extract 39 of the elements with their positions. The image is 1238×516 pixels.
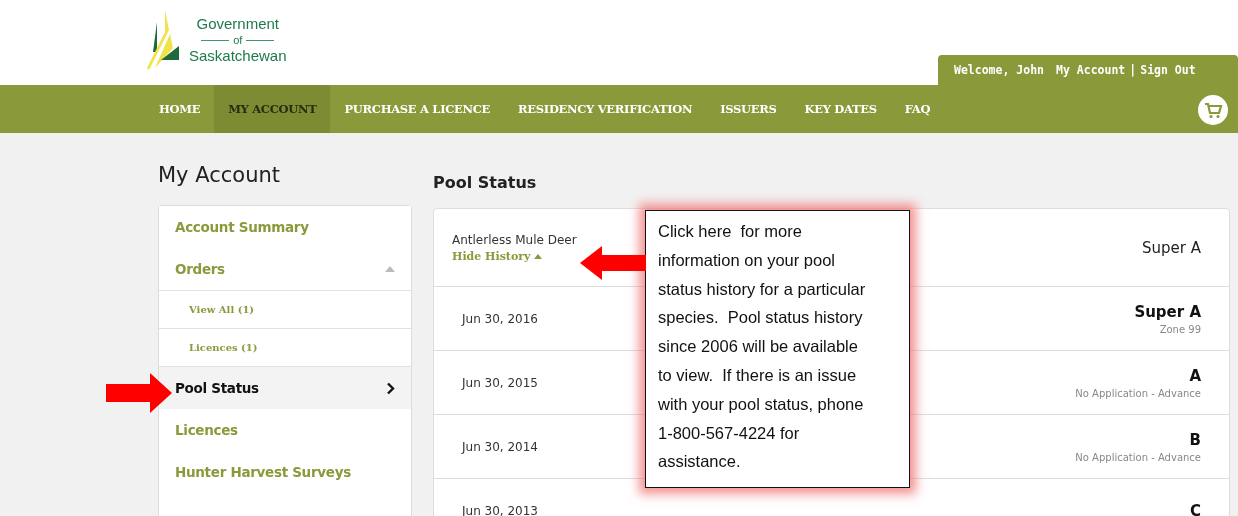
sidebar-title: My Account bbox=[158, 163, 281, 187]
nav-item[interactable]: HOME bbox=[145, 85, 215, 133]
logo-text: Government bbox=[196, 16, 280, 32]
welcome-text: Welcome, John bbox=[954, 63, 1044, 77]
history-date: Jun 30, 2014 bbox=[462, 439, 538, 454]
history-note: Zone 99 bbox=[1159, 323, 1201, 335]
nav-item[interactable]: MY ACCOUNT bbox=[214, 85, 331, 133]
history-status: B bbox=[1189, 430, 1201, 449]
species-name: Antlerless Mule Deer bbox=[452, 232, 577, 247]
nav-item[interactable]: RESIDENCY VERIFICATION bbox=[504, 85, 707, 133]
nav-item[interactable]: PURCHASE A LICENCE bbox=[330, 85, 505, 133]
nav-item[interactable]: KEY DATES bbox=[790, 85, 891, 133]
history-note: No Application - Advance bbox=[1075, 387, 1201, 399]
nav-item[interactable]: FAQ bbox=[890, 85, 945, 133]
callout-text: Click here for more information on your pool status history for a particular species. Pool status history since 2006 will be available to view. If there is an issue with your pool status, phone 1-800-567-4224 for assistance. bbox=[645, 210, 910, 488]
history-date: Jun 30, 2013 bbox=[462, 503, 538, 516]
nav-item[interactable]: ISSUERS bbox=[706, 85, 791, 133]
my-account-link[interactable]: My Account bbox=[1056, 63, 1126, 77]
sidebar-subitem[interactable]: View All (1) bbox=[159, 290, 411, 328]
history-note: No Application - Advance bbox=[1075, 451, 1201, 463]
sidebar-item[interactable]: Pool Status bbox=[159, 367, 411, 409]
sign-out-link[interactable]: Sign Out bbox=[1140, 63, 1196, 77]
chevron-right-icon bbox=[386, 381, 395, 395]
logo-text: of bbox=[201, 32, 275, 48]
history-status: C bbox=[1190, 501, 1201, 516]
history-status: Super A bbox=[1134, 302, 1201, 321]
hide-history-link[interactable]: Hide History bbox=[452, 249, 543, 263]
history-date: Jun 30, 2015 bbox=[462, 375, 538, 390]
cart-icon[interactable] bbox=[1198, 95, 1228, 125]
page-title: Pool Status bbox=[433, 173, 538, 192]
caret-icon bbox=[534, 253, 543, 259]
separator-text: | bbox=[1129, 63, 1137, 77]
history-date: Jun 30, 2016 bbox=[462, 311, 538, 326]
arrow-icon bbox=[106, 373, 172, 413]
logo-text: Saskatchewan bbox=[189, 48, 287, 64]
status-value: Super A bbox=[1142, 238, 1201, 257]
history-status: A bbox=[1189, 366, 1201, 385]
arrow-icon bbox=[580, 246, 646, 280]
sidebar-subitem[interactable]: Licences (1) bbox=[159, 328, 411, 366]
